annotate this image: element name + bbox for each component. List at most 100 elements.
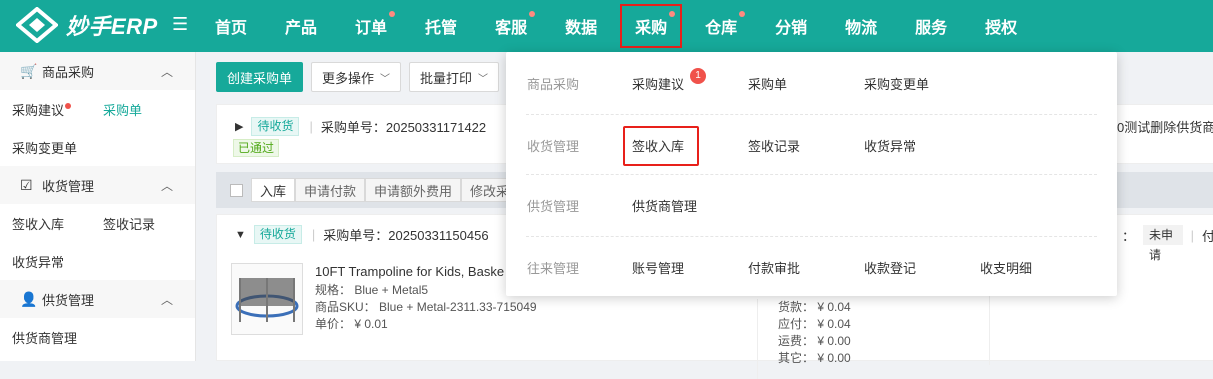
nav-item-3[interactable]: 托管 (406, 0, 476, 52)
menu-link-purchase-order[interactable]: 采购单 (748, 74, 787, 93)
nav-item-6[interactable]: 采购 (616, 0, 686, 52)
apply-payment-button[interactable]: 申请付款 (295, 178, 366, 202)
status-badge: 待收货 (253, 225, 302, 244)
expand-icon[interactable]: ▶ (235, 120, 243, 133)
section-title-accounts: 往来管理 (527, 261, 580, 276)
nav-item-label: 授权 (985, 20, 1018, 37)
more-actions-button[interactable]: 更多操作 ﹀ (311, 62, 402, 92)
nav-item-label: 首页 (215, 20, 248, 37)
nav-item-11[interactable]: 授权 (966, 0, 1036, 52)
logo-icon (16, 7, 58, 43)
sidebar-group-product-purchase[interactable]: 🛒 商品采购 ︿ (0, 52, 195, 90)
sidebar-item-receiving-exception[interactable]: 收货异常 (12, 252, 103, 271)
chevron-down-icon: ﹀ (380, 73, 391, 85)
apply-extra-fee-button[interactable]: 申请额外费用 (365, 178, 462, 202)
nav-item-5[interactable]: 数据 (546, 0, 616, 52)
goods-amount: 货款： ¥ 0.04 (778, 300, 851, 314)
sidebar-item-purchase-suggestion[interactable]: 采购建议 (12, 100, 103, 119)
product-thumbnail[interactable] (231, 263, 303, 335)
product-sku: 商品SKU： Blue + Metal-2311.33-715049 (315, 300, 537, 314)
nav-item-label: 采购 (635, 20, 668, 37)
sidebar-item-supplier-management[interactable]: 供货商管理 (12, 328, 103, 347)
payment-status: ： 未申请 | 付 (1122, 225, 1213, 262)
chevron-up-icon[interactable]: ︿ (161, 291, 173, 308)
approval-badge: 已通过 (233, 139, 280, 157)
section-title-receiving: 收货管理 (527, 139, 580, 154)
menu-link-receiving-exception[interactable]: 收货异常 (864, 136, 916, 155)
payable-amount: 应付： ¥ 0.04 (778, 317, 851, 331)
nav-item-label: 服务 (915, 20, 948, 37)
menu-link-purchase-change[interactable]: 采购变更单 (864, 74, 929, 93)
sidebar-item-purchase-order[interactable]: 采购单 (103, 100, 194, 119)
notification-dot (669, 11, 676, 17)
cart-icon: 🛒 (20, 62, 38, 79)
order-number: 采购单号：20250331171422 (320, 120, 487, 135)
chevron-up-icon[interactable]: ︿ (161, 63, 173, 80)
toolbar: 创建采购单 更多操作 ﹀ 批量打印 ﹀ (216, 62, 500, 92)
sidebar-item-purchase-change[interactable]: 采购变更单 (12, 138, 103, 157)
notification-dot (739, 11, 746, 17)
nav-item-2[interactable]: 订单 (336, 0, 406, 52)
nav-item-label: 订单 (355, 20, 388, 37)
chevron-down-icon: ﹀ (478, 73, 489, 85)
menu-link-supplier-management[interactable]: 供货商管理 (632, 196, 697, 215)
notification-dot (389, 11, 396, 17)
sidebar-group-receiving[interactable]: ☑ 收货管理 ︿ (0, 166, 195, 204)
main-nav: 首页 产品 订单 托管 客服 数据 采购 仓库 分销 物流 服务 授权 (196, 0, 1036, 52)
clipboard-check-icon: ☑ (20, 176, 33, 193)
sidebar-item-sign-in-storage[interactable]: 签收入库 (12, 214, 103, 233)
top-navigation-bar: 妙手ERP ☰ 首页 产品 订单 托管 客服 数据 采购 仓库 分销 物流 服务 授权 (0, 0, 1213, 52)
menu-toggle-icon[interactable]: ☰ (172, 14, 188, 34)
nav-item-label: 仓库 (705, 20, 738, 37)
app-logo[interactable]: 妙手ERP (16, 7, 158, 43)
nav-item-label: 客服 (495, 20, 528, 37)
sidebar-item-sign-record[interactable]: 签收记录 (103, 214, 194, 233)
nav-item-label: 分销 (775, 20, 808, 37)
sidebar-group-supplier[interactable]: 👤 供货管理 ︿ (0, 280, 195, 318)
menu-link-income-expense-detail[interactable]: 收支明细 (980, 258, 1032, 277)
purchase-menu-dropdown: 商品采购 采购建议 1 采购单 采购变更单 收货管理 签收入库 签收记录 收货异… (506, 52, 1117, 296)
nav-item-label: 产品 (285, 20, 318, 37)
supplier-name: 0测试删除供货商 (1117, 120, 1213, 135)
menu-link-receipt-registration[interactable]: 收款登记 (864, 258, 916, 277)
menu-link-sign-record[interactable]: 签收记录 (748, 136, 800, 155)
nav-item-label: 数据 (565, 20, 598, 37)
trampoline-image-icon (235, 278, 299, 322)
nav-item-label: 托管 (425, 20, 458, 37)
nav-item-7[interactable]: 仓库 (686, 0, 756, 52)
sidebar-group-label: 商品采购 (42, 64, 95, 80)
collapse-icon[interactable]: ▼ (235, 229, 246, 241)
menu-link-account-management[interactable]: 账号管理 (632, 258, 684, 277)
nav-item-0[interactable]: 首页 (196, 0, 266, 52)
batch-print-button[interactable]: 批量打印 ﹀ (409, 62, 500, 92)
sidebar-group-label: 供货管理 (42, 292, 95, 308)
status-badge: 待收货 (251, 117, 300, 136)
notification-count-badge: 1 (690, 68, 706, 84)
nav-item-label: 物流 (845, 20, 878, 37)
select-all-checkbox[interactable] (230, 183, 243, 197)
unit-price: 单价： ¥ 0.01 (315, 317, 388, 331)
nav-item-8[interactable]: 分销 (756, 0, 826, 52)
nav-item-1[interactable]: 产品 (266, 0, 336, 52)
shipping-amount: 运费： ¥ 0.00 (778, 334, 851, 348)
chevron-up-icon[interactable]: ︿ (161, 177, 173, 194)
nav-item-4[interactable]: 客服 (476, 0, 546, 52)
create-purchase-order-button[interactable]: 创建采购单 (216, 62, 304, 92)
sidebar-group-label: 收货管理 (42, 178, 95, 194)
section-title-product-purchase: 商品采购 (527, 77, 580, 92)
sidebar: 🛒 商品采购 ︿ 采购建议 采购单 采购变更单 ☑ 收货管理 ︿ 签收入库 签收… (0, 52, 196, 361)
other-amount: 其它： ¥ 0.00 (778, 351, 851, 365)
order-number: 采购单号：20250331150456 (323, 228, 489, 243)
payment-status-badge: 未申请 (1143, 225, 1183, 262)
nav-item-10[interactable]: 服务 (896, 0, 966, 52)
product-spec: 规格： Blue + Metal5 (315, 283, 429, 297)
nav-item-9[interactable]: 物流 (826, 0, 896, 52)
stock-in-button[interactable]: 入库 (251, 178, 296, 202)
menu-link-payment-approval[interactable]: 付款审批 (748, 258, 800, 277)
app-title: 妙手ERP (66, 14, 158, 39)
highlight-box (623, 126, 699, 166)
menu-link-purchase-suggestion[interactable]: 采购建议 (632, 74, 684, 93)
supplier-icon: 👤 (20, 290, 38, 307)
product-name[interactable]: 10FT Trampoline for Kids, Baske (315, 263, 537, 280)
section-title-supplier: 供货管理 (527, 199, 580, 214)
